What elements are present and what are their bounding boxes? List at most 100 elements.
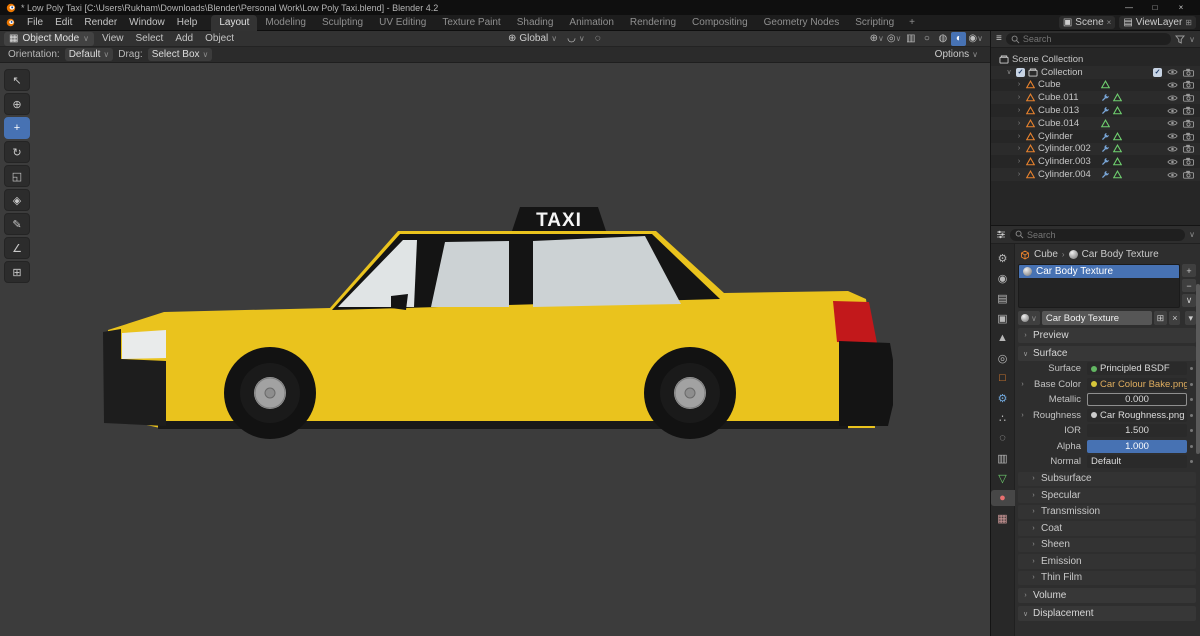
disable-render-icon[interactable] bbox=[1183, 68, 1194, 77]
panel-volume[interactable]: › Volume bbox=[1018, 588, 1196, 603]
outliner-item-cube[interactable]: › Cube bbox=[991, 79, 1200, 92]
viewport-menu-object[interactable]: Object bbox=[199, 33, 240, 44]
workspace-tab-geometry-nodes[interactable]: Geometry Nodes bbox=[756, 15, 848, 31]
properties-tab-object-data[interactable]: ▽ bbox=[993, 470, 1013, 486]
breadcrumb-object[interactable]: Cube bbox=[1034, 249, 1058, 260]
disable-render-icon[interactable] bbox=[1183, 106, 1194, 115]
workspace-tab-uv-editing[interactable]: UV Editing bbox=[371, 15, 434, 31]
outliner-item-cylinder-003[interactable]: › Cylinder.003 bbox=[991, 155, 1200, 168]
prop-value-metallic[interactable]: 0.000 bbox=[1087, 393, 1187, 407]
properties-editor-icon[interactable] bbox=[996, 230, 1006, 239]
mode-selector[interactable]: ▦ Object Mode ∨ bbox=[4, 31, 95, 46]
taxi-model[interactable]: TAXI bbox=[100, 200, 895, 445]
properties-tab-constraints[interactable]: ▥ bbox=[993, 450, 1013, 466]
breadcrumb-material[interactable]: Car Body Texture bbox=[1082, 249, 1159, 260]
expand-icon[interactable]: › bbox=[1015, 94, 1023, 101]
menu-window[interactable]: Window bbox=[123, 17, 171, 28]
panel-displacement[interactable]: ∨ Displacement bbox=[1018, 606, 1196, 621]
proportional-editing-toggle[interactable]: ◌ bbox=[591, 32, 605, 45]
properties-tab-modifiers[interactable]: ⚙ bbox=[993, 390, 1013, 406]
animate-dot[interactable] bbox=[1187, 367, 1196, 370]
menu-render[interactable]: Render bbox=[78, 17, 123, 28]
filter-icon[interactable] bbox=[1175, 35, 1186, 44]
toggle-xray-icon[interactable]: ▥ bbox=[903, 32, 918, 46]
properties-tab-render[interactable]: ◉ bbox=[993, 270, 1013, 286]
properties-tab-view-layer[interactable]: ▣ bbox=[993, 310, 1013, 326]
remove-slot-button[interactable]: − bbox=[1182, 279, 1196, 292]
animate-dot[interactable] bbox=[1187, 429, 1196, 432]
outliner-item-cube-014[interactable]: › Cube.014 bbox=[991, 116, 1200, 130]
properties-search[interactable] bbox=[1010, 228, 1186, 241]
snapping-toggle[interactable]: ◡ ∨ bbox=[563, 32, 589, 45]
add-workspace-button[interactable]: + bbox=[902, 17, 922, 28]
disable-render-icon[interactable] bbox=[1183, 132, 1194, 141]
properties-tab-scene[interactable]: ▲ bbox=[993, 330, 1013, 346]
properties-tab-output[interactable]: ▤ bbox=[993, 290, 1013, 306]
unlink-material-button[interactable]: × bbox=[1169, 311, 1181, 325]
panel-thin-film[interactable]: › Thin Film bbox=[1018, 570, 1196, 585]
disable-render-icon[interactable] bbox=[1183, 157, 1194, 166]
options-dropdown[interactable]: Options ∨ bbox=[931, 48, 982, 61]
viewlayer-selector[interactable]: ▤ ViewLayer ⊞ bbox=[1119, 16, 1196, 29]
show-gizmo-icon[interactable]: ⊕ ∨ bbox=[869, 32, 885, 46]
hide-viewport-icon[interactable] bbox=[1167, 145, 1178, 153]
workspace-tab-rendering[interactable]: Rendering bbox=[622, 15, 684, 31]
workspace-tab-layout[interactable]: Layout bbox=[211, 14, 258, 31]
hide-viewport-icon[interactable] bbox=[1167, 158, 1178, 166]
shading-material-preview-icon[interactable]: ◐ bbox=[951, 31, 967, 46]
hide-viewport-icon[interactable] bbox=[1167, 107, 1178, 115]
panel-emission[interactable]: › Emission bbox=[1018, 554, 1196, 569]
viewport-menu-select[interactable]: Select bbox=[130, 33, 170, 44]
tool-tweak-select[interactable]: ↖ bbox=[4, 69, 30, 91]
viewport-menu-add[interactable]: Add bbox=[169, 33, 199, 44]
expand-icon[interactable]: › bbox=[1018, 381, 1027, 388]
animate-dot[interactable] bbox=[1187, 383, 1196, 386]
workspace-tab-texture-paint[interactable]: Texture Paint bbox=[434, 15, 508, 31]
properties-tab-texture[interactable]: ▦ bbox=[993, 510, 1013, 526]
properties-tab-particles[interactable]: ∴ bbox=[993, 410, 1013, 426]
outliner-item-cube-013[interactable]: › Cube.013 bbox=[991, 104, 1200, 117]
prop-value-normal[interactable]: Default bbox=[1087, 455, 1187, 469]
material-filter-button[interactable]: ▾ bbox=[1185, 311, 1196, 325]
show-overlays-icon[interactable]: ◎ ∨ bbox=[886, 32, 903, 46]
3d-viewport[interactable]: TAXI bbox=[0, 63, 990, 636]
workspace-tab-sculpting[interactable]: Sculpting bbox=[314, 15, 371, 31]
hide-viewport-icon[interactable] bbox=[1167, 68, 1178, 76]
tool-annotate[interactable]: ✎ bbox=[4, 213, 30, 235]
prop-value-alpha[interactable]: 1.000 bbox=[1087, 439, 1187, 453]
add-slot-button[interactable]: + bbox=[1182, 264, 1196, 277]
disable-render-icon[interactable] bbox=[1183, 93, 1194, 102]
properties-tab-material[interactable]: ● bbox=[990, 490, 1015, 506]
workspace-tab-animation[interactable]: Animation bbox=[561, 15, 621, 31]
hide-viewport-icon[interactable] bbox=[1167, 94, 1178, 102]
workspace-tab-shading[interactable]: Shading bbox=[509, 15, 562, 31]
shading-rendered-icon[interactable]: ◉ ∨ bbox=[967, 32, 984, 46]
chevron-down-icon[interactable]: ∨ bbox=[1189, 230, 1195, 239]
chevron-down-icon[interactable]: ∨ bbox=[1189, 35, 1195, 44]
animate-dot[interactable] bbox=[1187, 398, 1196, 401]
workspace-tab-scripting[interactable]: Scripting bbox=[847, 15, 902, 31]
expand-icon[interactable]: › bbox=[1015, 81, 1023, 88]
expand-icon[interactable]: › bbox=[1015, 171, 1023, 178]
tool-transform[interactable]: ◈ bbox=[4, 189, 30, 211]
scrollbar[interactable] bbox=[1196, 284, 1200, 454]
menu-help[interactable]: Help bbox=[171, 17, 204, 28]
scene-unlink-icon[interactable]: × bbox=[1107, 18, 1112, 27]
properties-tab-tool[interactable]: ⚙ bbox=[993, 250, 1013, 266]
prop-value-surface[interactable]: Principled BSDF bbox=[1087, 362, 1187, 376]
disable-render-icon[interactable] bbox=[1183, 144, 1194, 154]
menu-edit[interactable]: Edit bbox=[49, 17, 78, 28]
disable-render-icon[interactable] bbox=[1183, 170, 1194, 179]
prop-value-roughness[interactable]: Car Roughness.png bbox=[1087, 408, 1187, 422]
workspace-tab-modeling[interactable]: Modeling bbox=[257, 15, 314, 31]
expand-icon[interactable]: › bbox=[1015, 133, 1023, 140]
properties-tab-object[interactable]: □ bbox=[993, 370, 1013, 386]
panel-specular[interactable]: › Specular bbox=[1018, 488, 1196, 503]
tool-cursor[interactable]: ⊕ bbox=[4, 93, 30, 115]
tool-scale[interactable]: ◱ bbox=[4, 165, 30, 187]
drag-mode-dropdown[interactable]: Select Box ∨ bbox=[147, 48, 213, 61]
tool-add-cube[interactable]: ⊞ bbox=[4, 261, 30, 283]
tool-measure[interactable]: ∠ bbox=[4, 237, 30, 259]
disable-render-icon[interactable] bbox=[1183, 80, 1194, 90]
collection-checkbox[interactable]: ✓ bbox=[1016, 67, 1025, 77]
